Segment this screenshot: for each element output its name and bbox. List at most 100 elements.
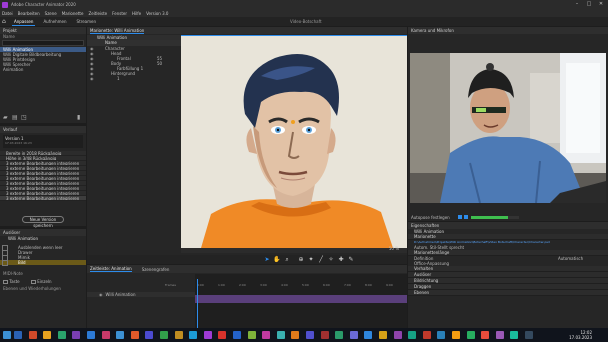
taskbar-app-icon[interactable]	[189, 331, 198, 339]
menu-szene[interactable]: Szene	[45, 11, 57, 16]
taskbar-app-icon[interactable]	[495, 331, 504, 339]
tab-streamen[interactable]: Streamen	[75, 18, 98, 25]
taskbar-app-icon[interactable]	[379, 331, 387, 339]
minimize-button[interactable]: –	[572, 0, 582, 9]
ruler-label: 9:00	[386, 283, 393, 287]
taskbar-app-icon[interactable]	[203, 331, 212, 339]
taskbar-app-icon[interactable]	[101, 331, 110, 339]
taskbar-app-icon[interactable]	[43, 331, 52, 339]
origin-tool-icon[interactable]: ⊕	[297, 256, 305, 263]
taskbar-app-icon[interactable]	[306, 331, 314, 339]
trash-icon[interactable]: ▮	[77, 115, 83, 121]
taskbar-app-icon[interactable]	[14, 331, 22, 339]
project-column-name[interactable]: Name	[0, 34, 86, 39]
project-item[interactable]: Animation	[0, 67, 86, 72]
taskbar-app-icon[interactable]	[437, 331, 446, 339]
taskbar-app-icon[interactable]	[393, 331, 402, 339]
trigger-key-checkbox[interactable]	[3, 280, 8, 284]
tab-aufnehmen[interactable]: Aufnehmen	[41, 18, 68, 25]
ruler-label: Frames	[165, 283, 176, 287]
taskbar-app-icon[interactable]	[72, 331, 81, 339]
timeline-track[interactable]: ◉ Willi Animation	[87, 292, 195, 297]
zoom-level[interactable]: 50 %	[389, 246, 399, 251]
system-clock[interactable]: 12:02 17.03.2023	[569, 330, 592, 340]
menu-version[interactable]: Version 3.0	[146, 11, 168, 16]
taskbar-app-icon[interactable]	[174, 331, 183, 339]
taskbar-app-icon[interactable]	[160, 331, 168, 339]
save-version-button[interactable]: Neue Version speichern	[22, 216, 64, 228]
history-panel-title: Verlauf	[0, 126, 86, 133]
history-row[interactable]: 3 externe Bearbeitungen integrieren	[0, 196, 86, 201]
brush-tool-icon[interactable]: ✎	[347, 256, 355, 263]
taskbar-app-icon[interactable]	[466, 331, 475, 339]
taskbar-app-icon[interactable]	[452, 331, 460, 339]
eye-icon[interactable]: ◉	[90, 76, 94, 81]
taskbar-app-icon[interactable]	[320, 331, 329, 339]
camera-panel-title: Kamera und Mikrofon	[408, 27, 608, 34]
folder-icon[interactable]: ▰	[3, 115, 9, 121]
definition-select[interactable]: Automatisch	[558, 256, 583, 261]
triggers-panel-title: Auslöser	[0, 229, 86, 236]
pin-tool-icon[interactable]: ✦	[307, 256, 315, 263]
time-ruler[interactable]: Frames 0:00 1:00 2:00 3:00 4:00 5:00 6:0…	[165, 283, 407, 293]
home-icon[interactable]: ⌂	[2, 18, 8, 25]
menu-datei[interactable]: Datei	[2, 11, 13, 16]
eye-icon[interactable]: ◉	[99, 292, 103, 297]
tab-scene-graph[interactable]: Szenengrafen	[142, 267, 170, 272]
taskbar-app-icon[interactable]	[218, 331, 227, 339]
taskbar-app-icon[interactable]	[247, 331, 256, 339]
taskbar-app-icon[interactable]	[349, 331, 358, 339]
autopose-label[interactable]: Autopose festlegen	[411, 215, 450, 220]
taskbar-app-icon[interactable]	[116, 331, 125, 339]
timeline-area[interactable]: Frames 0:00 1:00 2:00 3:00 4:00 5:00 6:0…	[165, 274, 407, 328]
group-layers[interactable]: Ebenen	[408, 290, 608, 296]
handle-tool-icon[interactable]: ✚	[337, 256, 345, 263]
taskbar-app-icon[interactable]	[276, 331, 285, 339]
taskbar-app-icon[interactable]	[408, 331, 417, 339]
puppet-tab[interactable]: Marionette: Willi Animation	[90, 28, 145, 34]
dragger-tool-icon[interactable]: ✧	[327, 256, 335, 263]
taskbar-app-icon[interactable]	[335, 331, 344, 339]
new-item-icon[interactable]: ◳	[21, 115, 27, 121]
taskbar-app-icon[interactable]	[57, 331, 66, 339]
menu-fenster[interactable]: Fenster	[112, 11, 127, 16]
taskbar-app-icon[interactable]	[364, 331, 373, 339]
close-button[interactable]: ✕	[596, 0, 606, 9]
project-search-input[interactable]	[2, 40, 84, 46]
menu-bearbeiten[interactable]: Bearbeiten	[18, 11, 40, 16]
stick-tool-icon[interactable]: ╱	[317, 256, 325, 263]
taskbar-app-icon[interactable]	[130, 331, 139, 339]
maximize-button[interactable]: □	[584, 0, 594, 9]
layer-row[interactable]: ◉ 1	[87, 76, 181, 81]
menu-zeitleiste[interactable]: Zeitleiste	[88, 11, 107, 16]
menu-hilfe[interactable]: Hilfe	[132, 11, 141, 16]
taskbar-app-icon[interactable]	[87, 331, 95, 339]
mic-toggle[interactable]	[463, 215, 468, 219]
taskbar-app-icon[interactable]	[262, 331, 271, 339]
select-tool-icon[interactable]: ➤	[263, 256, 271, 263]
trigger-item[interactable]: Bild	[0, 260, 86, 265]
start-icon[interactable]	[3, 331, 11, 339]
taskbar-app-icon[interactable]	[145, 331, 154, 339]
trigger-key-box[interactable]	[2, 260, 8, 266]
puppet-canvas[interactable]: 50 %	[181, 35, 407, 253]
taskbar-app-icon[interactable]	[525, 331, 533, 339]
taskbar-app-icon[interactable]	[233, 331, 241, 339]
playhead[interactable]	[197, 279, 198, 328]
taskbar-app-icon[interactable]	[422, 331, 431, 339]
tab-anpassen[interactable]: Anpassen	[12, 18, 36, 26]
timeline-track-bar[interactable]	[195, 295, 407, 303]
menu-marionette[interactable]: Marionette	[62, 11, 84, 16]
hand-tool-icon[interactable]: ✋	[273, 256, 281, 263]
taskbar-app-icon[interactable]	[481, 331, 490, 339]
taskbar-app-icon[interactable]	[510, 331, 519, 339]
taskbar-app-icon[interactable]	[291, 331, 300, 339]
tab-timeline[interactable]: Zeitleiste: Animation	[90, 266, 132, 272]
stack-label: Einzeln	[37, 279, 52, 284]
stack-checkbox[interactable]	[30, 280, 36, 284]
version-card[interactable]: Version 1 17.03.2023 16:23	[3, 135, 83, 148]
zoom-tool-icon[interactable]: ⌕	[283, 256, 291, 263]
camera-toggle[interactable]	[457, 215, 462, 219]
taskbar-app-icon[interactable]	[28, 331, 37, 339]
import-icon[interactable]: ▤	[12, 115, 18, 121]
